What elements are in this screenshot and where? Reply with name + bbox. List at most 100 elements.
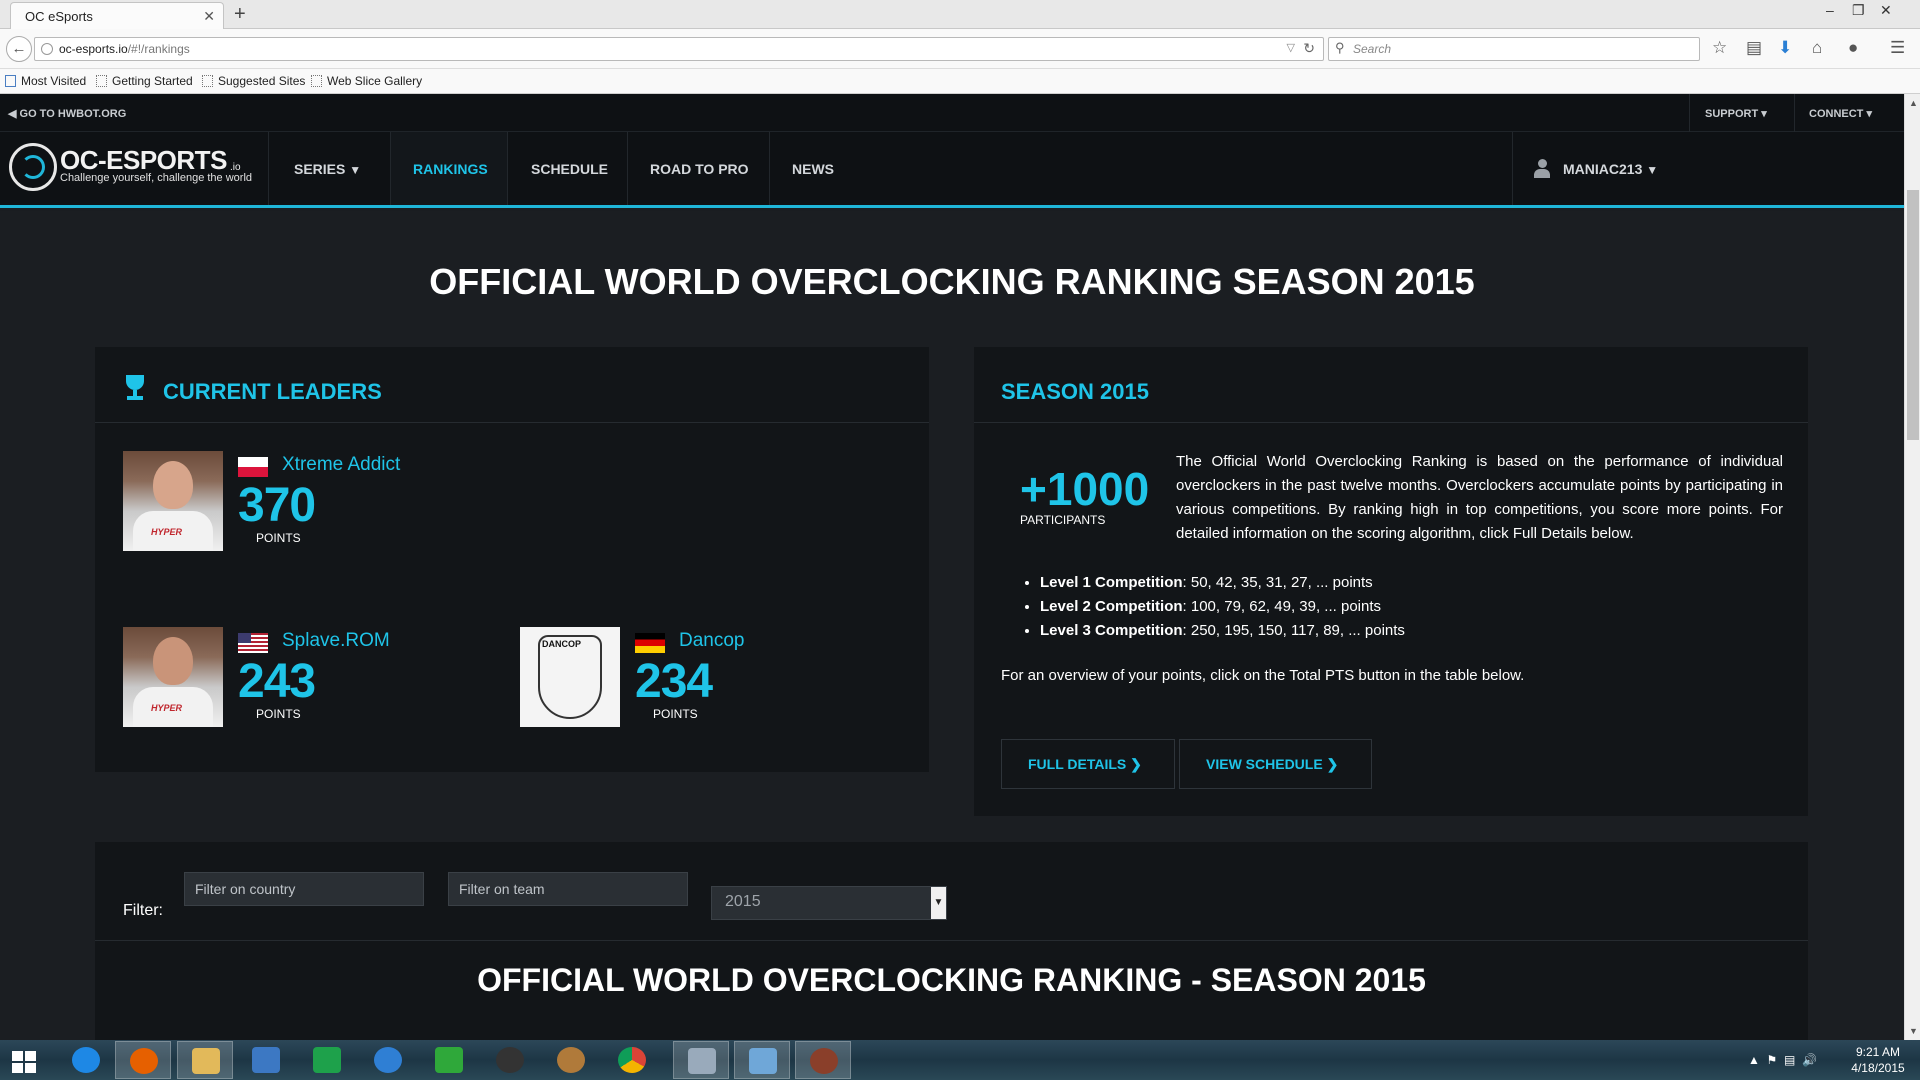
minimize-icon[interactable]: – xyxy=(1826,2,1834,18)
windows-taskbar: ▲ ⚑ ▤ 🔊 9:21 AM 4/18/2015 xyxy=(0,1040,1920,1080)
table-title: OFFICIAL WORLD OVERCLOCKING RANKING - SE… xyxy=(477,962,1426,998)
nav-series[interactable]: SERIES ▼ xyxy=(294,161,361,177)
avatar[interactable]: HYPER xyxy=(123,451,223,551)
nav-news[interactable]: NEWS xyxy=(792,161,834,177)
points-label: POINTS xyxy=(256,531,301,545)
bookmarks-toolbar: Most Visited Getting Started Suggested S… xyxy=(0,69,1920,94)
site-top-strip: ◀ GO TO HWBOT.ORG SUPPORT ▾ CONNECT ▾ xyxy=(0,94,1904,132)
windows-logo-icon xyxy=(12,1051,36,1073)
points-label: POINTS xyxy=(653,707,698,721)
divider xyxy=(1512,132,1513,205)
clock-time: 9:21 AM xyxy=(1855,1045,1901,1059)
nav-rankings[interactable]: RANKINGS xyxy=(413,161,488,177)
list-item: Level 3 Competition: 250, 195, 150, 117,… xyxy=(1040,619,1780,643)
bookmark-most-visited[interactable]: Most Visited xyxy=(5,74,86,88)
file-explorer-icon[interactable] xyxy=(177,1041,233,1079)
url-path: /#!/rankings xyxy=(127,42,190,56)
list-item: Level 2 Competition: 100, 79, 62, 49, 39… xyxy=(1040,595,1780,619)
participants-label: PARTICIPANTS xyxy=(1020,513,1106,527)
chevron-right-icon: ❯ xyxy=(1326,756,1339,772)
app-x-icon[interactable] xyxy=(360,1041,416,1079)
bag-icon[interactable] xyxy=(421,1041,477,1079)
divider xyxy=(268,132,269,205)
browser-tabbar: OC eSports ✕ + – ❐ ✕ xyxy=(0,0,1920,29)
image-viewer-icon[interactable] xyxy=(673,1041,729,1079)
tab-title: OC eSports xyxy=(25,9,93,24)
reload-icon[interactable]: ↻ xyxy=(1303,40,1315,57)
tab-close-icon[interactable]: ✕ xyxy=(203,8,215,25)
browser-tab[interactable]: OC eSports ✕ xyxy=(10,2,224,29)
scrollbar[interactable]: ▲ ▼ xyxy=(1904,94,1920,1040)
list-item: Level 1 Competition: 50, 42, 35, 31, 27,… xyxy=(1040,571,1780,595)
chrome-icon[interactable] xyxy=(604,1041,660,1079)
season-panel: SEASON 2015 +1000 PARTICIPANTS The Offic… xyxy=(974,347,1808,816)
logo-tagline: Challenge yourself, challenge the world xyxy=(60,172,253,184)
user-menu[interactable]: MANIAC213 ▼ xyxy=(1563,161,1658,177)
obs-icon[interactable] xyxy=(482,1041,538,1079)
internet-explorer-icon[interactable] xyxy=(58,1041,114,1079)
window-close-icon[interactable]: ✕ xyxy=(1880,2,1892,19)
connect-dropdown[interactable]: CONNECT ▾ xyxy=(1809,107,1872,120)
support-dropdown[interactable]: SUPPORT ▾ xyxy=(1705,107,1767,120)
scroll-thumb[interactable] xyxy=(1907,190,1919,440)
computer-icon[interactable] xyxy=(238,1041,294,1079)
store-icon[interactable] xyxy=(299,1041,355,1079)
bookmark-getting-started[interactable]: Getting Started xyxy=(96,74,193,88)
view-schedule-button[interactable]: VIEW SCHEDULE ❯ xyxy=(1179,739,1372,789)
germany-flag-icon xyxy=(635,633,665,653)
bookmark-suggested-sites[interactable]: Suggested Sites xyxy=(202,74,305,88)
start-button[interactable] xyxy=(0,1041,56,1079)
page-icon xyxy=(96,75,107,87)
team-badge-icon[interactable]: DANCOP xyxy=(520,627,620,727)
leader-name[interactable]: Dancop xyxy=(679,630,745,652)
usa-flag-icon xyxy=(238,633,268,653)
bookmark-star-icon[interactable]: ☆ xyxy=(1712,38,1727,58)
monkey-icon[interactable] xyxy=(543,1041,599,1079)
url-host: oc-esports.io xyxy=(59,42,128,56)
panel-title: CURRENT LEADERS xyxy=(163,379,382,404)
game-icon[interactable] xyxy=(795,1041,851,1079)
search-icon: ⚲ xyxy=(1335,40,1345,55)
bookmark-web-slice-gallery[interactable]: Web Slice Gallery xyxy=(311,74,422,88)
address-bar[interactable]: oc-esports.io/#!/rankings ▽ ↻ xyxy=(34,37,1324,61)
poland-flag-icon xyxy=(238,457,268,477)
menu-icon[interactable]: ☰ xyxy=(1890,38,1905,58)
nav-road-to-pro[interactable]: ROAD TO PRO xyxy=(650,161,749,177)
leader-name[interactable]: Xtreme Addict xyxy=(282,454,400,476)
clock[interactable]: 9:21 AM 4/18/2015 xyxy=(1848,1044,1908,1076)
back-arrow-icon[interactable]: ← xyxy=(6,36,32,62)
divider xyxy=(769,132,770,205)
main-nav: OC-ESPORTS .io Challenge yourself, chall… xyxy=(0,132,1904,208)
help-icon[interactable] xyxy=(734,1041,790,1079)
season-description: The Official World Overclocking Ranking … xyxy=(1176,453,1783,542)
scroll-down-icon[interactable]: ▼ xyxy=(1909,1026,1918,1036)
scroll-up-icon[interactable]: ▲ xyxy=(1909,98,1918,108)
home-icon[interactable]: ⌂ xyxy=(1812,38,1822,58)
restore-icon[interactable]: ❐ xyxy=(1852,2,1865,19)
avatar[interactable]: HYPER xyxy=(123,627,223,727)
firefox-icon[interactable] xyxy=(115,1041,171,1079)
leader-points: 243 xyxy=(238,655,316,708)
chat-icon[interactable]: ● xyxy=(1848,38,1858,58)
divider xyxy=(1794,94,1795,132)
season-select[interactable]: 2015 ▼ xyxy=(711,886,947,920)
divider xyxy=(627,132,628,205)
country-filter-input[interactable]: Filter on country xyxy=(184,872,424,906)
nav-schedule[interactable]: SCHEDULE xyxy=(531,161,608,177)
dropdown-arrow-icon[interactable]: ▽ xyxy=(1287,41,1295,54)
trophy-icon xyxy=(122,375,148,403)
download-icon[interactable]: ⬇ xyxy=(1778,38,1792,58)
chevron-down-icon: ▼ xyxy=(1646,163,1659,177)
system-tray[interactable]: ▲ ⚑ ▤ 🔊 xyxy=(1748,1053,1817,1067)
leader-points: 234 xyxy=(635,655,713,708)
current-leaders-panel: CURRENT LEADERS HYPER Xtreme Addict 370 … xyxy=(95,347,929,772)
goto-hwbot-link[interactable]: ◀ GO TO HWBOT.ORG xyxy=(8,107,126,120)
new-tab-button[interactable]: + xyxy=(234,3,246,26)
leader-name[interactable]: Splave.ROM xyxy=(282,630,390,652)
divider xyxy=(95,940,1808,941)
full-details-button[interactable]: FULL DETAILS ❯ xyxy=(1001,739,1175,789)
search-input[interactable]: ⚲ Search xyxy=(1328,37,1700,61)
team-filter-input[interactable]: Filter on team xyxy=(448,872,688,906)
user-icon xyxy=(1533,159,1551,179)
bookmarks-list-icon[interactable]: ▤ xyxy=(1746,38,1762,58)
